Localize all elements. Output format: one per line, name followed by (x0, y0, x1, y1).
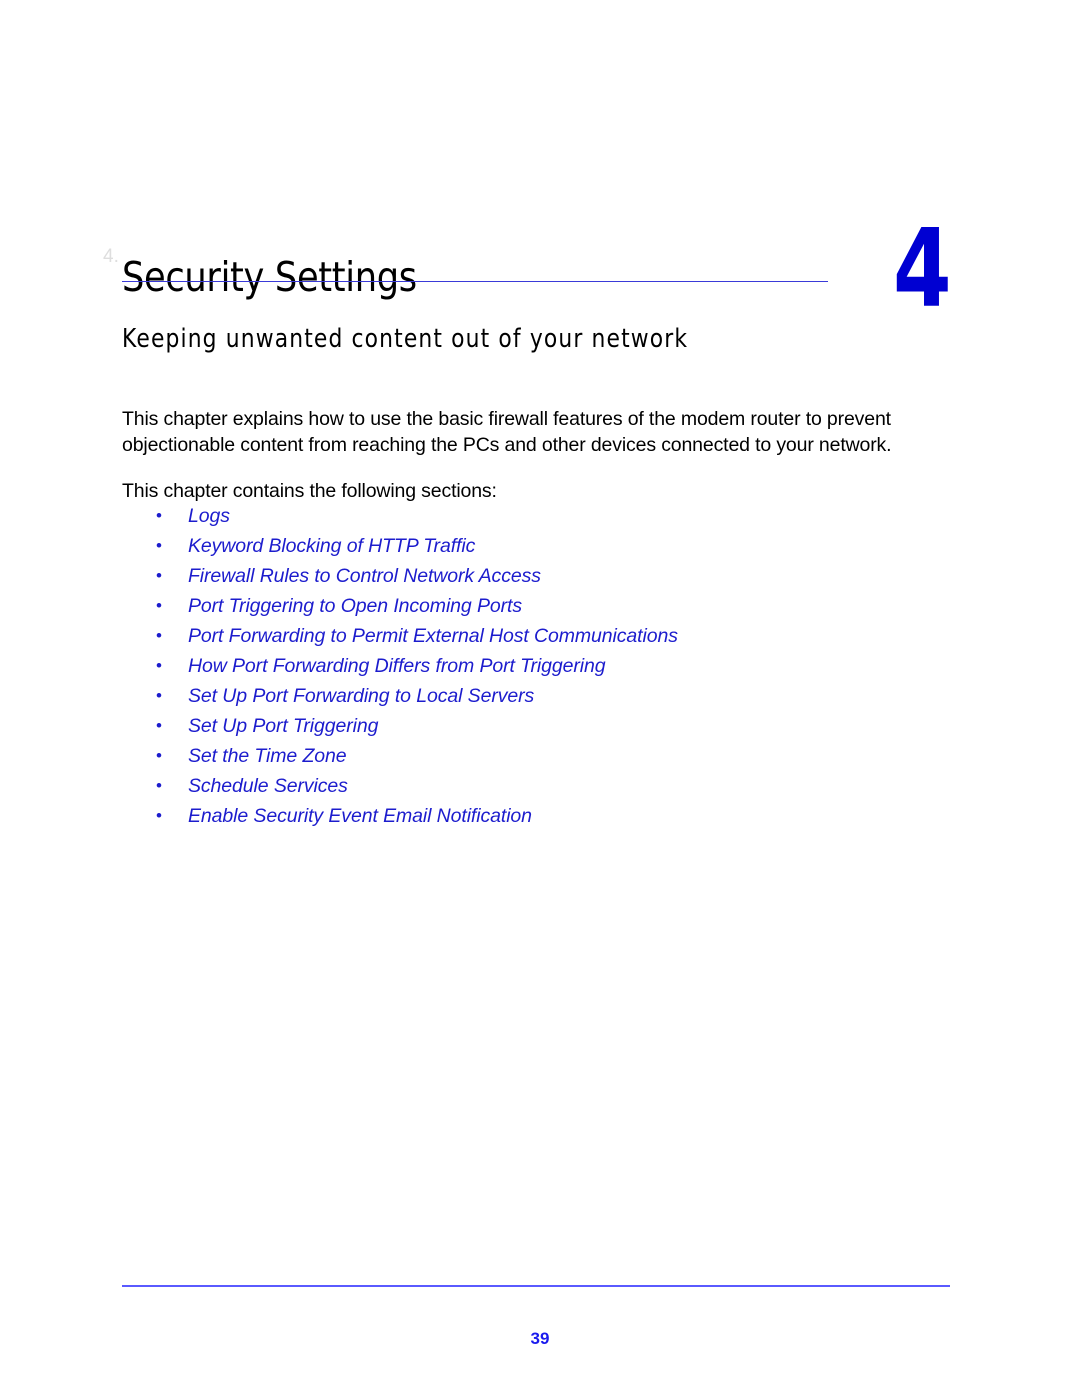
list-item[interactable]: • Port Triggering to Open Incoming Ports (155, 591, 678, 621)
list-item[interactable]: • How Port Forwarding Differs from Port T… (155, 651, 678, 681)
section-link[interactable]: Enable Security Event Email Notification (188, 805, 532, 827)
list-item[interactable]: • Enable Security Event Email Notificatio… (155, 801, 678, 831)
list-item[interactable]: • Logs (155, 501, 678, 531)
bullet-icon: • (156, 656, 162, 675)
section-link-list: • Logs • Keyword Blocking of HTTP Traffic • F… (155, 501, 678, 831)
section-link[interactable]: Port Triggering to Open Incoming Ports (188, 595, 522, 617)
footer-divider (122, 1285, 950, 1287)
bullet-icon: • (156, 536, 162, 555)
section-link[interactable]: Set Up Port Triggering (188, 715, 378, 737)
section-link[interactable]: Set the Time Zone (188, 745, 347, 767)
list-item[interactable]: • Port Forwarding to Permit External Host… (155, 621, 678, 651)
chapter-list-marker: 4. (103, 246, 119, 267)
list-item[interactable]: • Keyword Blocking of HTTP Traffic (155, 531, 678, 561)
document-page: 4. Security Settings Keeping unwanted co… (0, 0, 1080, 1397)
section-link[interactable]: Firewall Rules to Control Network Access (188, 565, 541, 587)
section-link[interactable]: Set Up Port Forwarding to Local Servers (188, 685, 534, 707)
bullet-icon: • (156, 626, 162, 645)
bullet-icon: • (156, 596, 162, 615)
page-subtitle: Keeping unwanted content out of your net… (122, 323, 689, 354)
bullet-icon: • (156, 776, 162, 795)
list-item[interactable]: • Set the Time Zone (155, 741, 678, 771)
intro-paragraph-1: This chapter explains how to use the bas… (122, 408, 892, 456)
list-item[interactable]: • Set Up Port Triggering (155, 711, 678, 741)
bullet-icon: • (156, 506, 162, 525)
title-divider (122, 281, 828, 282)
section-link[interactable]: Logs (188, 505, 230, 527)
page-number: 39 (530, 1329, 550, 1348)
section-link[interactable]: Port Forwarding to Permit External Host … (188, 625, 678, 647)
section-link[interactable]: Schedule Services (188, 775, 348, 797)
list-item[interactable]: • Schedule Services (155, 771, 678, 801)
list-item[interactable]: • Firewall Rules to Control Network Acces… (155, 561, 678, 591)
bullet-icon: • (156, 806, 162, 825)
bullet-icon: • (156, 566, 162, 585)
chapter-number: 4 (893, 207, 952, 332)
list-item[interactable]: • Set Up Port Forwarding to Local Servers (155, 681, 678, 711)
section-link[interactable]: Keyword Blocking of HTTP Traffic (188, 535, 475, 557)
section-link[interactable]: How Port Forwarding Differs from Port Tr… (188, 655, 606, 677)
bullet-icon: • (156, 716, 162, 735)
page-title: Security Settings (122, 253, 417, 302)
chapter-intro: This chapter explains how to use the bas… (122, 406, 912, 504)
bullet-icon: • (156, 746, 162, 765)
bullet-icon: • (156, 686, 162, 705)
